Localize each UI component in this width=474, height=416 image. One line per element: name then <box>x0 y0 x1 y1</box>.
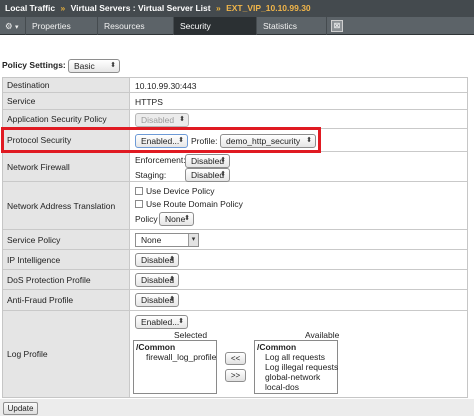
staging-select[interactable]: Disabled ⬍ <box>185 168 230 182</box>
application-security-policy-select: Disabled ⬍ <box>135 113 189 127</box>
highlight-annotation <box>1 127 321 153</box>
row-dos-protection-profile: DoS Protection Profile Disabled ⬍ <box>3 270 467 290</box>
breadcrumb: Local Traffic » Virtual Servers : Virtua… <box>0 0 474 17</box>
dos-protection-profile-label: DoS Protection Profile <box>3 270 130 289</box>
ip-intelligence-select[interactable]: Disabled ⬍ <box>135 253 179 267</box>
tab-security[interactable]: Security <box>174 17 257 35</box>
breadcrumb-separator: » <box>60 3 66 13</box>
select-arrow-icon: ⬍ <box>110 62 116 69</box>
list-item[interactable]: local-dos <box>257 382 335 392</box>
chevron-down-icon: ▾ <box>15 24 19 31</box>
ip-intelligence-label: IP Intelligence <box>3 250 130 269</box>
tab-gear-menu[interactable]: ⚙ ▾ <box>0 17 26 35</box>
service-policy-select[interactable]: None ▾ <box>135 233 199 247</box>
use-device-policy-checkbox[interactable] <box>135 187 143 195</box>
available-log-profiles-list[interactable]: /Common Log all requests Log illegal req… <box>254 340 338 394</box>
list-item[interactable]: firewall_log_profile <box>136 352 216 362</box>
move-left-button[interactable]: << <box>225 352 246 365</box>
anti-fraud-profile-label: Anti-Fraud Profile <box>3 290 130 310</box>
enforcement-label: Enforcement: <box>135 155 186 165</box>
row-service: Service HTTPS <box>3 93 467 110</box>
policy-settings-select[interactable]: Basic ⬍ <box>68 59 120 73</box>
tab-bar: ⚙ ▾ Properties Resources Security Statis… <box>0 17 474 35</box>
select-arrow-icon: ⬍ <box>220 157 226 164</box>
policy-settings-value: Basic <box>74 61 95 71</box>
enforcement-value: Disabled <box>191 156 225 166</box>
list-item[interactable]: Log all requests <box>257 352 335 362</box>
row-network-firewall: Network Firewall Enforcement: Disabled ⬍… <box>3 152 467 182</box>
log-profile-value: Enabled... <box>141 317 180 327</box>
select-arrow-icon: ⬍ <box>220 171 226 178</box>
row-anti-fraud-profile: Anti-Fraud Profile Disabled ⬍ <box>3 290 467 311</box>
footer-bar <box>0 399 474 416</box>
list-item[interactable]: /Common <box>257 342 335 352</box>
network-address-translation-label: Network Address Translation <box>3 182 130 229</box>
row-destination: Destination 10.10.99.30:443 <box>3 78 467 93</box>
nat-policy-select[interactable]: None ⬍ <box>159 212 194 226</box>
breadcrumb-current: EXT_VIP_10.10.99.30 <box>226 3 311 13</box>
close-tab-icon[interactable]: ⊠ <box>331 20 343 32</box>
row-ip-intelligence: IP Intelligence Disabled ⬍ <box>3 250 467 270</box>
available-header: Available <box>305 330 340 340</box>
service-policy-value: None <box>141 235 162 245</box>
list-item[interactable]: /Common <box>136 342 214 352</box>
selected-header: Selected <box>174 330 208 340</box>
update-button[interactable]: Update <box>3 402 38 415</box>
log-profile-label: Log Profile <box>3 311 130 397</box>
breadcrumb-separator: » <box>215 3 221 13</box>
use-device-policy-label: Use Device Policy <box>146 186 215 196</box>
use-route-domain-policy-checkbox[interactable] <box>135 200 143 208</box>
tab-properties[interactable]: Properties <box>26 17 98 35</box>
application-security-policy-value: Disabled <box>141 115 175 125</box>
select-arrow-icon: ⬍ <box>169 276 175 283</box>
service-policy-label: Service Policy <box>3 230 130 249</box>
anti-fraud-profile-select[interactable]: Disabled ⬍ <box>135 293 179 307</box>
select-arrow-icon: ⬍ <box>184 215 190 222</box>
chevron-down-icon: ▾ <box>188 234 198 246</box>
row-log-profile: Log Profile Enabled... ⬍ Selected Availa… <box>3 311 467 397</box>
select-arrow-icon: ⬍ <box>178 318 184 325</box>
staging-label: Staging: <box>135 170 167 180</box>
select-arrow-icon: ⬍ <box>169 296 175 303</box>
use-route-domain-policy-label: Use Route Domain Policy <box>146 199 243 209</box>
tab-resources[interactable]: Resources <box>98 17 174 35</box>
select-arrow-icon: ⬍ <box>169 256 175 263</box>
move-right-button[interactable]: >> <box>225 369 246 382</box>
nat-policy-value: None <box>165 214 186 224</box>
select-arrow-icon: ⬍ <box>179 116 185 123</box>
row-network-address-translation: Network Address Translation Use Device P… <box>3 182 467 230</box>
breadcrumb-local-traffic[interactable]: Local Traffic <box>5 3 55 13</box>
policy-settings-label: Policy Settings: <box>2 60 66 70</box>
service-value: HTTPS <box>135 97 163 107</box>
log-profile-select[interactable]: Enabled... ⬍ <box>135 315 188 329</box>
security-settings-table: Destination 10.10.99.30:443 Service HTTP… <box>2 77 468 398</box>
enforcement-select[interactable]: Disabled ⬍ <box>185 154 230 168</box>
list-item[interactable]: Log illegal requests <box>257 362 338 372</box>
application-security-policy-label: Application Security Policy <box>3 110 130 128</box>
selected-log-profiles-list[interactable]: /Common firewall_log_profile <box>133 340 217 394</box>
tab-statistics[interactable]: Statistics <box>257 17 327 35</box>
network-firewall-label: Network Firewall <box>3 152 130 181</box>
row-service-policy: Service Policy None ▾ <box>3 230 467 250</box>
list-item[interactable]: global-network <box>257 372 335 382</box>
nat-policy-label: Policy <box>135 214 158 224</box>
dos-protection-profile-select[interactable]: Disabled ⬍ <box>135 273 179 287</box>
service-label: Service <box>3 93 130 109</box>
destination-value: 10.10.99.30:443 <box>135 81 197 91</box>
staging-value: Disabled <box>191 170 225 180</box>
destination-label: Destination <box>3 78 130 92</box>
gear-icon: ⚙ <box>5 21 13 31</box>
breadcrumb-virtual-server-list[interactable]: Virtual Servers : Virtual Server List <box>71 3 211 13</box>
